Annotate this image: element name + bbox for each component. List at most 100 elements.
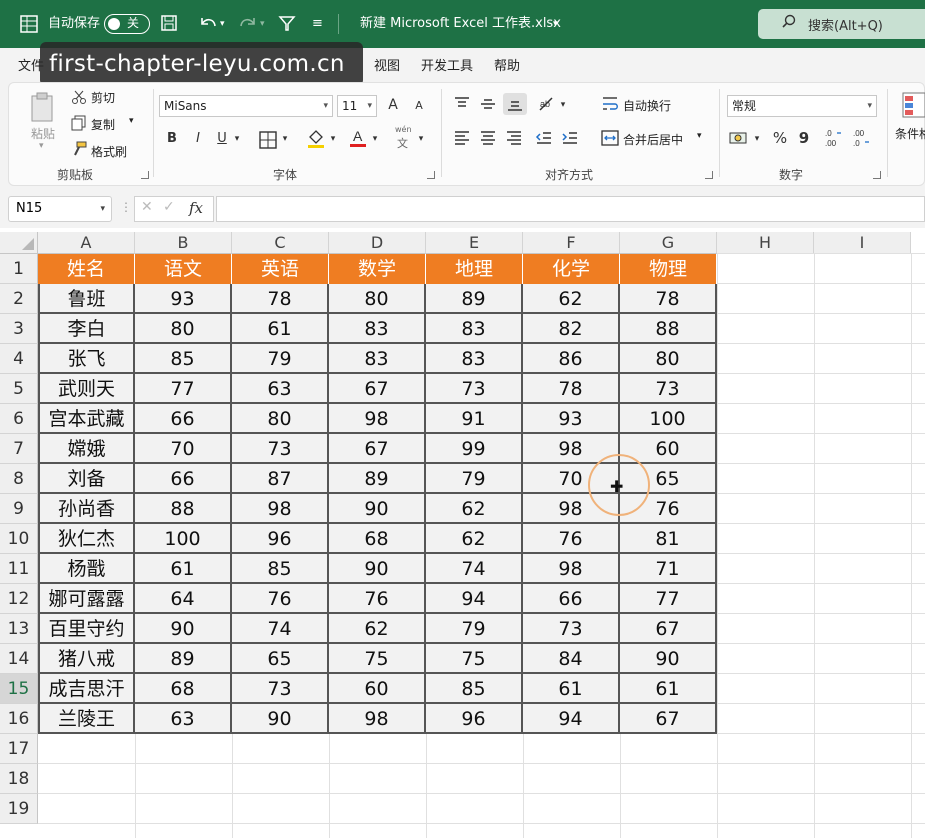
score-cell[interactable]: 67 (329, 374, 426, 404)
score-cell[interactable]: 74 (426, 554, 523, 584)
score-cell[interactable]: 80 (620, 344, 717, 374)
header-cell[interactable]: 物理 (620, 254, 717, 284)
format-painter-label[interactable]: 格式刷 (91, 143, 127, 160)
score-cell[interactable]: 82 (523, 314, 620, 344)
score-cell[interactable]: 62 (426, 494, 523, 524)
borders-icon[interactable] (259, 131, 277, 149)
copy-dropdown-icon[interactable]: ▾ (129, 116, 134, 126)
fill-color-dropdown-icon[interactable]: ▾ (327, 129, 339, 149)
name-cell[interactable]: 成吉思汗 (38, 674, 135, 704)
row-header-2[interactable]: 2 (0, 284, 38, 314)
score-cell[interactable]: 76 (523, 524, 620, 554)
name-cell[interactable]: 刘备 (38, 464, 135, 494)
score-cell[interactable]: 89 (329, 464, 426, 494)
score-cell[interactable]: 80 (232, 404, 329, 434)
score-cell[interactable]: 75 (426, 644, 523, 674)
undo-dropdown-icon[interactable]: ▾ (220, 12, 225, 36)
score-cell[interactable]: 99 (426, 434, 523, 464)
row-header-19[interactable]: 19 (0, 794, 38, 824)
score-cell[interactable]: 85 (135, 344, 232, 374)
menu-help[interactable]: 帮助 (494, 55, 520, 74)
align-top-icon[interactable] (453, 95, 471, 113)
align-center-icon[interactable] (479, 129, 497, 147)
row-header-11[interactable]: 11 (0, 554, 38, 584)
score-cell[interactable]: 62 (523, 284, 620, 314)
score-cell[interactable]: 90 (329, 554, 426, 584)
score-cell[interactable]: 83 (329, 314, 426, 344)
italic-button[interactable]: I (189, 129, 207, 149)
grow-font-icon[interactable]: A (383, 95, 403, 115)
score-cell[interactable]: 83 (426, 314, 523, 344)
formula-bar-grip-icon[interactable]: ⋮ (120, 200, 132, 214)
column-header-b[interactable]: B (135, 232, 232, 254)
font-color-icon[interactable]: A (349, 127, 367, 149)
underline-dropdown-icon[interactable]: ▾ (231, 129, 243, 149)
score-cell[interactable]: 61 (620, 674, 717, 704)
select-all-button[interactable] (0, 232, 38, 254)
merge-center-label[interactable]: 合并后居中 (623, 131, 683, 148)
column-header-h[interactable]: H (717, 232, 814, 254)
search-box[interactable]: 搜索(Alt+Q) (758, 9, 925, 39)
name-cell[interactable]: 孙尚香 (38, 494, 135, 524)
row-header-18[interactable]: 18 (0, 764, 38, 794)
score-cell[interactable]: 94 (426, 584, 523, 614)
score-cell[interactable]: 64 (135, 584, 232, 614)
bold-button[interactable]: B (163, 129, 181, 149)
cut-icon[interactable] (71, 89, 87, 105)
header-cell[interactable]: 地理 (426, 254, 523, 284)
score-cell[interactable]: 98 (329, 704, 426, 734)
name-cell[interactable]: 嫦娥 (38, 434, 135, 464)
filter-icon[interactable] (278, 14, 296, 32)
score-cell[interactable]: 71 (620, 554, 717, 584)
score-cell[interactable]: 68 (135, 674, 232, 704)
score-cell[interactable]: 91 (426, 404, 523, 434)
score-cell[interactable]: 78 (232, 284, 329, 314)
customize-toolbar-icon[interactable]: ≡ (312, 12, 323, 36)
score-cell[interactable]: 85 (232, 554, 329, 584)
file-name[interactable]: 新建 Microsoft Excel 工作表.xlsx (360, 12, 561, 36)
score-cell[interactable]: 60 (329, 674, 426, 704)
score-cell[interactable]: 98 (232, 494, 329, 524)
comma-style-button[interactable]: 9 (797, 128, 811, 148)
score-cell[interactable]: 78 (620, 284, 717, 314)
score-cell[interactable]: 65 (232, 644, 329, 674)
fill-color-icon[interactable] (307, 129, 325, 149)
score-cell[interactable]: 63 (135, 704, 232, 734)
name-cell[interactable]: 娜可露露 (38, 584, 135, 614)
menu-developer[interactable]: 开发工具 (421, 55, 473, 74)
merge-dropdown-icon[interactable]: ▾ (697, 131, 702, 141)
score-cell[interactable]: 83 (426, 344, 523, 374)
score-cell[interactable]: 61 (135, 554, 232, 584)
score-cell[interactable]: 74 (232, 614, 329, 644)
score-cell[interactable]: 89 (426, 284, 523, 314)
score-cell[interactable]: 100 (135, 524, 232, 554)
name-cell[interactable]: 张飞 (38, 344, 135, 374)
clipboard-launcher-icon[interactable] (141, 171, 149, 179)
align-middle-icon[interactable] (479, 95, 497, 113)
header-cell[interactable]: 数学 (329, 254, 426, 284)
row-header-4[interactable]: 4 (0, 344, 38, 374)
row-header-8[interactable]: 8 (0, 464, 38, 494)
score-cell[interactable]: 90 (329, 494, 426, 524)
font-name-select[interactable]: MiSans ▾ (159, 95, 333, 117)
column-header-i[interactable]: I (814, 232, 911, 254)
score-cell[interactable]: 89 (135, 644, 232, 674)
score-cell[interactable]: 90 (135, 614, 232, 644)
font-launcher-icon[interactable] (427, 171, 435, 179)
row-header-7[interactable]: 7 (0, 434, 38, 464)
score-cell[interactable]: 79 (426, 464, 523, 494)
redo-dropdown-icon[interactable]: ▾ (260, 12, 265, 36)
paste-icon[interactable] (29, 91, 55, 123)
score-cell[interactable]: 81 (620, 524, 717, 554)
decrease-decimal-icon[interactable]: .00.0 (851, 127, 873, 149)
copy-label[interactable]: 复制 (91, 116, 115, 133)
format-painter-icon[interactable] (71, 141, 87, 157)
name-box[interactable]: N15 ▾ (8, 196, 112, 222)
row-header-9[interactable]: 9 (0, 494, 38, 524)
score-cell[interactable]: 76 (329, 584, 426, 614)
alignment-launcher-icon[interactable] (705, 171, 713, 179)
score-cell[interactable]: 93 (135, 284, 232, 314)
column-header-e[interactable]: E (426, 232, 523, 254)
font-color-dropdown-icon[interactable]: ▾ (369, 129, 381, 149)
number-format-select[interactable]: 常规 ▾ (727, 95, 877, 117)
